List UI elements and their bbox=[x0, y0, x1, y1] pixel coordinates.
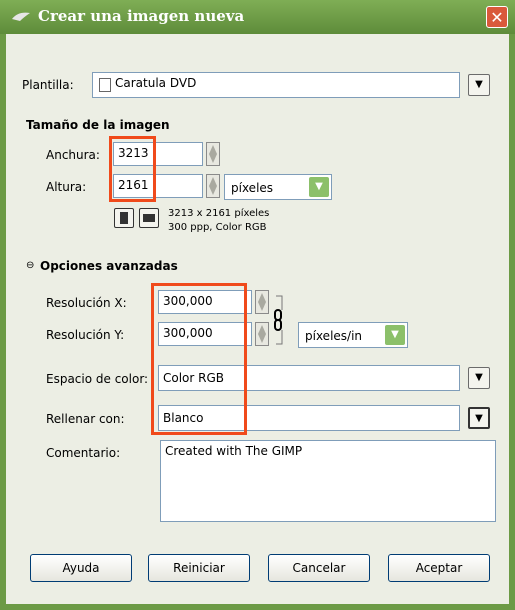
res-unit-value: píxeles/in bbox=[305, 329, 363, 343]
chevron-down-icon: ▼ bbox=[385, 325, 405, 345]
fill-dropdown-button[interactable]: ▼ bbox=[468, 407, 490, 429]
colorspace-label: Espacio de color: bbox=[46, 372, 149, 386]
help-button[interactable]: Ayuda bbox=[30, 554, 132, 582]
gimp-icon bbox=[12, 12, 30, 21]
chevron-down-icon: ▼ bbox=[475, 79, 483, 90]
close-button[interactable]: ✕ bbox=[486, 6, 508, 28]
res-x-spin-buttons[interactable] bbox=[255, 290, 269, 314]
dialog-window: Crear una imagen nueva ✕ Plantilla: Cara… bbox=[0, 0, 515, 610]
res-y-spin-buttons[interactable] bbox=[255, 322, 269, 346]
template-dropdown-button[interactable]: ▼ bbox=[468, 74, 490, 96]
chain-link-icon[interactable] bbox=[272, 294, 288, 346]
chevron-down-icon: ▼ bbox=[309, 177, 329, 197]
comment-label: Comentario: bbox=[46, 446, 121, 460]
document-icon bbox=[99, 78, 111, 92]
dialog-body: Plantilla: Caratula DVD ▼ Tamaño de la i… bbox=[6, 34, 509, 604]
size-unit-value: píxeles bbox=[231, 181, 274, 195]
accept-button[interactable]: Aceptar bbox=[388, 554, 490, 582]
size-info-line1: 3213 x 2161 píxeles bbox=[168, 208, 270, 219]
cancel-button[interactable]: Cancelar bbox=[268, 554, 370, 582]
width-spin-buttons[interactable] bbox=[206, 142, 220, 166]
landscape-icon bbox=[143, 214, 155, 222]
image-size-heading: Tamaño de la imagen bbox=[26, 118, 170, 132]
template-value: Caratula DVD bbox=[115, 76, 197, 90]
chevron-down-icon: ▼ bbox=[475, 413, 483, 424]
portrait-button[interactable] bbox=[114, 208, 134, 228]
template-label: Plantilla: bbox=[22, 78, 74, 92]
title-bar[interactable]: Crear una imagen nueva ✕ bbox=[0, 0, 515, 34]
close-icon: ✕ bbox=[490, 8, 504, 27]
highlight-size-box bbox=[109, 136, 156, 202]
comment-textarea[interactable]: Created with The GIMP bbox=[160, 440, 496, 522]
landscape-button[interactable] bbox=[139, 208, 159, 228]
colorspace-dropdown-button[interactable]: ▼ bbox=[468, 367, 490, 389]
height-spin-buttons[interactable] bbox=[206, 174, 220, 198]
res-y-label: Resolución Y: bbox=[46, 328, 125, 342]
expander-icon[interactable]: ⊖ bbox=[26, 260, 34, 271]
res-unit-combo[interactable]: píxeles/in ▼ bbox=[298, 322, 408, 348]
advanced-heading[interactable]: Opciones avanzadas bbox=[40, 259, 178, 273]
res-x-label: Resolución X: bbox=[46, 296, 127, 310]
portrait-icon bbox=[120, 212, 128, 224]
fill-label: Rellenar con: bbox=[46, 412, 125, 426]
width-label: Anchura: bbox=[46, 148, 100, 162]
template-combo[interactable]: Caratula DVD bbox=[92, 72, 460, 98]
window-title: Crear una imagen nueva bbox=[38, 7, 245, 25]
reset-button[interactable]: Reiniciar bbox=[148, 554, 250, 582]
size-info-line2: 300 ppp, Color RGB bbox=[168, 222, 267, 233]
size-unit-combo[interactable]: píxeles ▼ bbox=[224, 174, 332, 200]
height-label: Altura: bbox=[46, 180, 87, 194]
highlight-advanced-box bbox=[151, 283, 247, 435]
chevron-down-icon: ▼ bbox=[475, 372, 483, 383]
